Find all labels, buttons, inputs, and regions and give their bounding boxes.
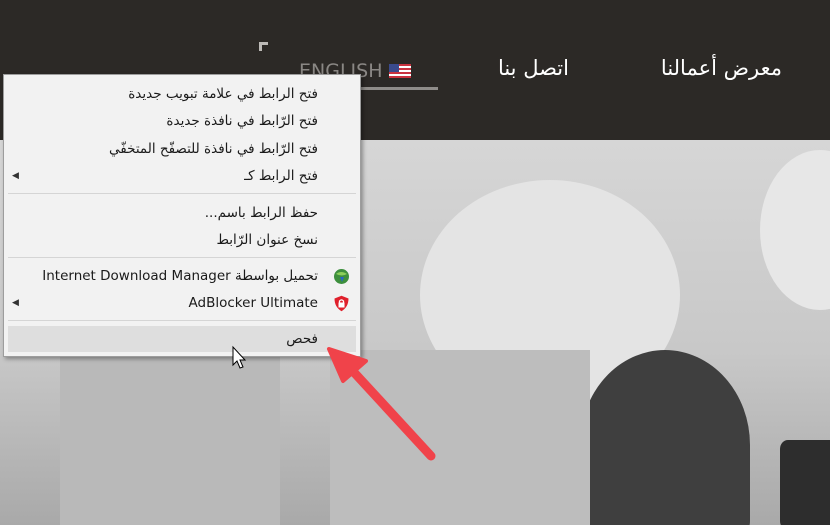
annotation-layer [232,345,436,461]
annotation-arrow-shaft [345,363,436,461]
mouse-cursor-icon [232,345,247,369]
